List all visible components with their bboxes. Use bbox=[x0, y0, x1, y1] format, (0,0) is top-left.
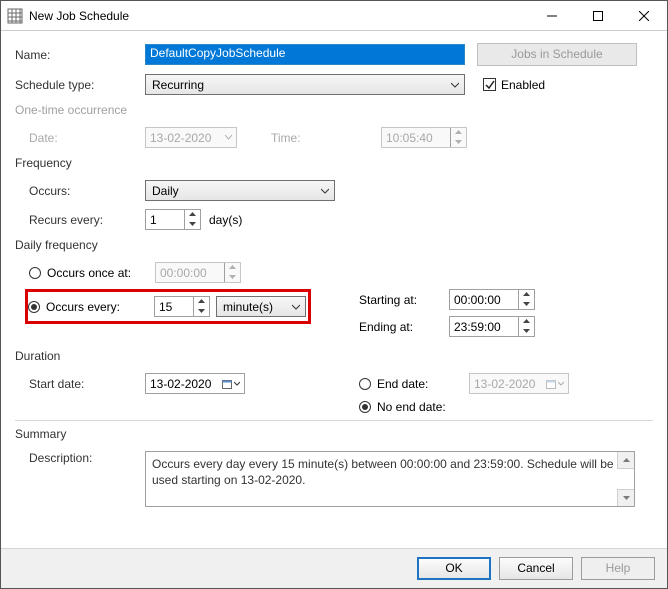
chevron-down-icon bbox=[451, 81, 459, 89]
ok-button[interactable]: OK bbox=[417, 557, 491, 580]
one-time-legend: One-time occurrence bbox=[15, 103, 653, 117]
summary-legend: Summary bbox=[15, 427, 653, 441]
occurs-value: Daily bbox=[152, 184, 179, 198]
dialog-footer: OK Cancel Help bbox=[1, 548, 667, 588]
occurs-every-label: Occurs every: bbox=[46, 300, 120, 314]
one-time-time-input: 10:05:40 bbox=[381, 127, 467, 148]
occurs-select[interactable]: Daily bbox=[145, 180, 335, 201]
occurs-every-unit-select[interactable]: minute(s) bbox=[216, 296, 306, 317]
occurs-every-unit: minute(s) bbox=[223, 300, 273, 314]
spinner-arrows-icon[interactable] bbox=[518, 317, 534, 336]
chevron-down-icon bbox=[225, 134, 232, 141]
occurs-once-time-input: 00:00:00 bbox=[155, 262, 241, 283]
spinner-arrows-icon[interactable] bbox=[193, 297, 209, 316]
schedule-type-select[interactable]: Recurring bbox=[145, 74, 465, 95]
occurs-every-highlight: Occurs every: 15 minute(s) bbox=[25, 289, 311, 324]
end-date-radio[interactable]: End date: bbox=[359, 377, 469, 391]
cancel-button[interactable]: Cancel bbox=[499, 557, 573, 580]
titlebar: New Job Schedule bbox=[1, 1, 667, 31]
occurs-every-value-input[interactable]: 15 bbox=[154, 296, 210, 317]
end-date-label: End date: bbox=[377, 377, 428, 391]
chevron-down-icon bbox=[321, 187, 329, 195]
enabled-checkbox[interactable]: Enabled bbox=[483, 78, 545, 92]
jobs-in-schedule-button: Jobs in Schedule bbox=[477, 43, 637, 66]
start-date-input[interactable]: 13-02-2020 bbox=[145, 373, 245, 394]
dialog-window: New Job Schedule Name: DefaultCopyJobSch… bbox=[0, 0, 668, 589]
one-time-time-label: Time: bbox=[271, 131, 381, 145]
frequency-legend: Frequency bbox=[15, 156, 653, 170]
scroll-down-icon[interactable] bbox=[617, 489, 634, 506]
window-title: New Job Schedule bbox=[29, 9, 529, 23]
no-end-date-label: No end date: bbox=[377, 400, 446, 414]
recurs-label: Recurs every: bbox=[29, 213, 145, 227]
calendar-icon bbox=[222, 379, 240, 389]
recurs-unit: day(s) bbox=[209, 213, 242, 227]
occurs-every-value: 15 bbox=[159, 300, 172, 314]
one-time-date-label: Date: bbox=[29, 131, 145, 145]
name-input[interactable]: DefaultCopyJobSchedule bbox=[145, 44, 465, 65]
check-icon bbox=[483, 78, 496, 91]
chevron-down-icon bbox=[292, 303, 300, 311]
description-textarea[interactable]: Occurs every day every 15 minute(s) betw… bbox=[145, 451, 635, 507]
starting-at-label: Starting at: bbox=[359, 293, 449, 307]
one-time-date-value: 13-02-2020 bbox=[150, 131, 211, 145]
start-date-label: Start date: bbox=[29, 377, 145, 391]
close-button[interactable] bbox=[621, 1, 667, 31]
occurs-once-radio[interactable]: Occurs once at: bbox=[29, 266, 155, 280]
name-label: Name: bbox=[15, 48, 145, 62]
schedule-icon bbox=[7, 8, 23, 24]
one-time-date-input: 13-02-2020 bbox=[145, 127, 237, 148]
one-time-time-value: 10:05:40 bbox=[386, 131, 433, 145]
scroll-up-icon[interactable] bbox=[617, 452, 634, 469]
occurs-once-value: 00:00:00 bbox=[160, 266, 207, 280]
spinner-arrows-icon bbox=[450, 128, 466, 147]
starting-at-value: 00:00:00 bbox=[454, 293, 501, 307]
recurs-value: 1 bbox=[150, 213, 157, 227]
daily-freq-legend: Daily frequency bbox=[15, 238, 653, 252]
occurs-once-label: Occurs once at: bbox=[47, 266, 131, 280]
maximize-button[interactable] bbox=[575, 1, 621, 31]
spinner-arrows-icon[interactable] bbox=[518, 290, 534, 309]
schedule-type-value: Recurring bbox=[152, 78, 204, 92]
minimize-button[interactable] bbox=[529, 1, 575, 31]
ending-at-input[interactable]: 23:59:00 bbox=[449, 316, 535, 337]
starting-at-input[interactable]: 00:00:00 bbox=[449, 289, 535, 310]
radio-icon bbox=[359, 378, 371, 390]
end-date-input: 13-02-2020 bbox=[469, 373, 569, 394]
end-date-value: 13-02-2020 bbox=[474, 377, 535, 391]
radio-icon bbox=[29, 267, 41, 279]
radio-icon bbox=[359, 401, 371, 413]
description-label: Description: bbox=[29, 451, 145, 465]
start-date-value: 13-02-2020 bbox=[150, 377, 211, 391]
schedule-type-label: Schedule type: bbox=[15, 78, 145, 92]
spinner-arrows-icon bbox=[224, 263, 240, 282]
duration-legend: Duration bbox=[15, 349, 653, 363]
spinner-arrows-icon[interactable] bbox=[184, 210, 200, 229]
ending-at-label: Ending at: bbox=[359, 320, 449, 334]
occurs-every-radio[interactable]: Occurs every: bbox=[28, 300, 154, 314]
radio-icon bbox=[28, 301, 40, 313]
ending-at-value: 23:59:00 bbox=[454, 320, 501, 334]
no-end-date-radio[interactable]: No end date: bbox=[359, 400, 446, 414]
recurs-value-input[interactable]: 1 bbox=[145, 209, 201, 230]
calendar-icon bbox=[546, 379, 564, 389]
enabled-label: Enabled bbox=[501, 78, 545, 92]
occurs-label: Occurs: bbox=[29, 184, 145, 198]
help-button: Help bbox=[581, 557, 655, 580]
description-text: Occurs every day every 15 minute(s) betw… bbox=[152, 457, 614, 487]
